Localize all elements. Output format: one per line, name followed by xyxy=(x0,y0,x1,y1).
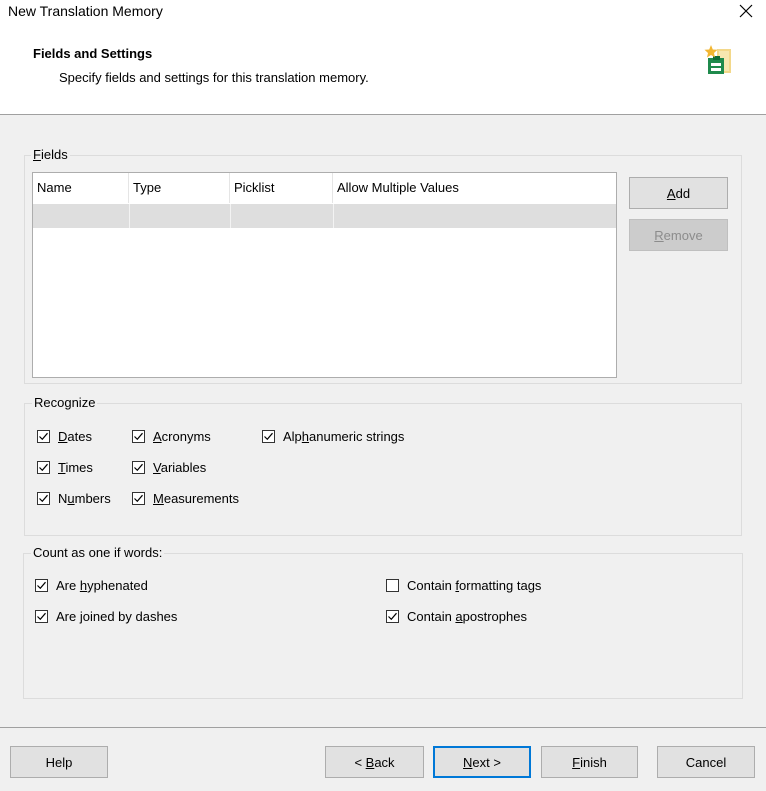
variables-label: Variables xyxy=(153,460,207,475)
check-icon xyxy=(39,432,48,441)
contain-formatting-tags-checkbox[interactable]: Contain formatting tags xyxy=(386,578,541,593)
next-button[interactable]: Next > xyxy=(433,746,531,778)
check-icon xyxy=(39,494,48,503)
alphanumeric-strings-checkbox[interactable]: Alphanumeric strings xyxy=(262,429,404,444)
acronyms-label: Acronyms xyxy=(153,429,211,444)
checkbox-box[interactable] xyxy=(35,579,48,592)
checkbox-box[interactable] xyxy=(35,610,48,623)
check-icon xyxy=(134,494,143,503)
finish-button[interactable]: Finish xyxy=(541,746,638,778)
variables-checkbox[interactable]: Variables xyxy=(132,460,206,475)
check-icon xyxy=(37,581,46,590)
contain-formatting-tags-label: Contain formatting tags xyxy=(407,578,542,593)
check-icon xyxy=(388,612,397,621)
are-hyphenated-checkbox[interactable]: Are hyphenated xyxy=(35,578,148,593)
checkbox-box[interactable] xyxy=(132,492,145,505)
numbers-label: Numbers xyxy=(58,491,111,506)
checkbox-box[interactable] xyxy=(37,430,50,443)
contain-apostrophes-checkbox[interactable]: Contain apostrophes xyxy=(386,609,527,624)
check-icon xyxy=(134,432,143,441)
dates-checkbox[interactable]: Dates xyxy=(37,429,92,444)
column-header-picklist[interactable]: Picklist xyxy=(230,173,333,203)
numbers-checkbox[interactable]: Numbers xyxy=(37,491,111,506)
close-icon xyxy=(739,4,753,18)
measurements-checkbox[interactable]: Measurements xyxy=(132,491,239,506)
window-title: New Translation Memory xyxy=(8,3,163,19)
page-subtitle: Specify fields and settings for this tra… xyxy=(59,70,369,85)
remove-button[interactable]: Remove xyxy=(629,219,728,251)
column-header-name[interactable]: Name xyxy=(33,173,129,203)
check-icon xyxy=(134,463,143,472)
column-header-type[interactable]: Type xyxy=(129,173,230,203)
checkbox-box[interactable] xyxy=(132,461,145,474)
check-icon xyxy=(37,612,46,621)
table-row[interactable] xyxy=(33,204,616,228)
are-joined-by-dashes-label: Are joined by dashes xyxy=(56,609,178,624)
cell-divider xyxy=(129,204,130,228)
checkbox-box[interactable] xyxy=(386,579,399,592)
count-as-one-group xyxy=(23,553,743,699)
wizard-header xyxy=(0,24,766,114)
page-title: Fields and Settings xyxy=(33,46,153,61)
times-checkbox[interactable]: Times xyxy=(37,460,93,475)
back-button[interactable]: < Back xyxy=(325,746,424,778)
add-button[interactable]: Add xyxy=(629,177,728,209)
acronyms-checkbox[interactable]: Acronyms xyxy=(132,429,211,444)
translation-memory-icon xyxy=(703,44,735,76)
close-button[interactable] xyxy=(731,0,761,22)
cell-divider xyxy=(230,204,231,228)
dates-label: Dates xyxy=(58,429,92,444)
column-header-allow-multiple-values[interactable]: Allow Multiple Values xyxy=(333,173,616,203)
fields-group-label: Fields xyxy=(31,147,70,162)
times-label: Times xyxy=(58,460,93,475)
check-icon xyxy=(264,432,273,441)
checkbox-box[interactable] xyxy=(386,610,399,623)
check-icon xyxy=(39,463,48,472)
checkbox-box[interactable] xyxy=(132,430,145,443)
contain-apostrophes-label: Contain apostrophes xyxy=(407,609,527,624)
checkbox-box[interactable] xyxy=(37,492,50,505)
recognize-group-label: Recognize xyxy=(32,395,98,410)
cell-divider xyxy=(333,204,334,228)
measurements-label: Measurements xyxy=(153,491,239,506)
help-button[interactable]: Help xyxy=(10,746,108,778)
cancel-button[interactable]: Cancel xyxy=(657,746,755,778)
are-hyphenated-label: Are hyphenated xyxy=(56,578,148,593)
alphanumeric-strings-label: Alphanumeric strings xyxy=(283,429,405,444)
checkbox-box[interactable] xyxy=(37,461,50,474)
fields-table[interactable]: Name Type Picklist Allow Multiple Values xyxy=(32,172,617,378)
are-joined-by-dashes-checkbox[interactable]: Are joined by dashes xyxy=(35,609,177,624)
count-as-one-group-label: Count as one if words: xyxy=(31,545,165,560)
checkbox-box[interactable] xyxy=(262,430,275,443)
